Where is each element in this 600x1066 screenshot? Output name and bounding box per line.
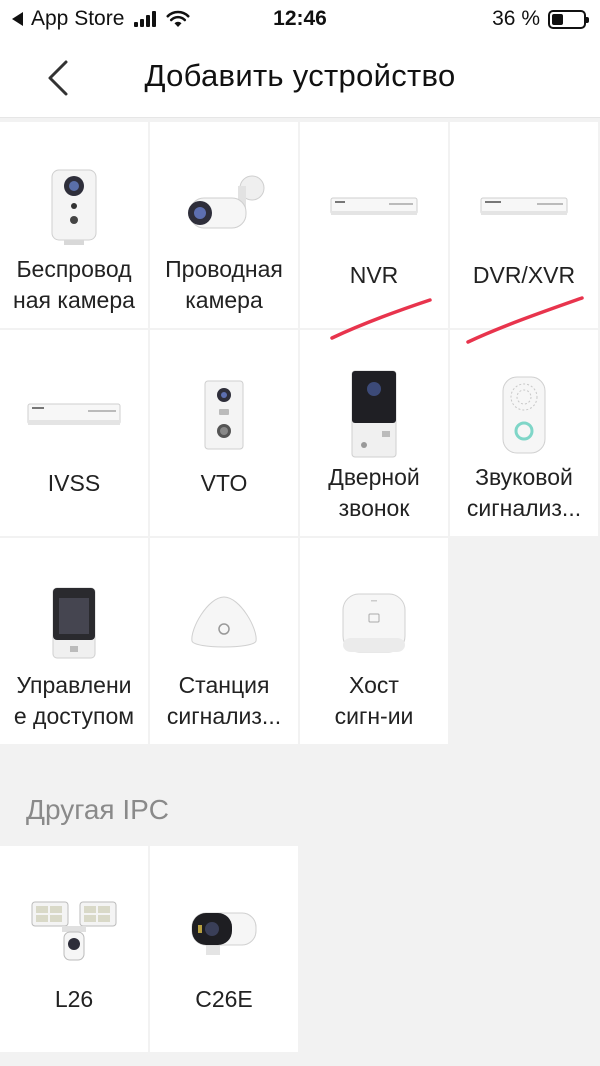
nav-bar: Добавить устройство bbox=[0, 40, 600, 118]
dvr-recorder-icon bbox=[450, 162, 598, 252]
vto-intercom-icon bbox=[150, 370, 298, 460]
device-label: NVR bbox=[349, 262, 399, 288]
bullet-camera-icon bbox=[150, 162, 298, 252]
page-title: Добавить устройство bbox=[144, 58, 456, 93]
floodlight-camera-icon bbox=[0, 886, 148, 976]
status-bar: App Store 12:46 36 % bbox=[0, 0, 600, 40]
access-control-icon bbox=[0, 578, 148, 668]
device-label: C26E bbox=[195, 986, 253, 1012]
device-label: Звуковой сигнализ... bbox=[466, 464, 582, 521]
ivss-recorder-icon bbox=[0, 370, 148, 460]
other-ipc-grid: L26 C26E bbox=[0, 846, 600, 1052]
device-label: Беспровод ная камера bbox=[13, 256, 135, 313]
device-tile-wired-camera[interactable]: Проводная камера bbox=[150, 122, 298, 328]
device-tile-doorbell[interactable]: Дверной звонок bbox=[300, 330, 448, 536]
device-label: Хост сигн-ии bbox=[334, 672, 414, 729]
device-tile-l26[interactable]: L26 bbox=[0, 846, 148, 1052]
battery-icon bbox=[548, 9, 589, 29]
device-tile-ivss[interactable]: IVSS bbox=[0, 330, 148, 536]
alarm-hub-icon bbox=[300, 578, 448, 668]
device-tile-alarm-hub[interactable]: Хост сигн-ии bbox=[300, 538, 448, 744]
device-tile-c26e[interactable]: C26E bbox=[150, 846, 298, 1052]
device-tile-access-control[interactable]: Управлени е доступом bbox=[0, 538, 148, 744]
device-tile-siren[interactable]: Звуковой сигнализ... bbox=[450, 330, 598, 536]
battery-status: 36 % bbox=[492, 7, 589, 31]
nvr-recorder-icon bbox=[300, 162, 448, 252]
device-tile-alarm-station[interactable]: Станция сигнализ... bbox=[150, 538, 298, 744]
alarm-station-icon bbox=[150, 578, 298, 668]
device-label: L26 bbox=[54, 986, 94, 1012]
device-tile-dvr-xvr[interactable]: DVR/XVR bbox=[450, 122, 598, 328]
device-label: Проводная камера bbox=[165, 256, 283, 313]
device-label: IVSS bbox=[47, 470, 101, 496]
device-grid: Беспровод ная камера Проводная камера NV… bbox=[0, 122, 600, 744]
device-label: Управлени е доступом bbox=[13, 672, 135, 729]
device-label: DVR/XVR bbox=[472, 262, 576, 288]
device-tile-vto[interactable]: VTO bbox=[150, 330, 298, 536]
siren-icon bbox=[450, 370, 598, 460]
doorbell-icon bbox=[300, 370, 448, 460]
device-tile-wireless-camera[interactable]: Беспровод ная камера bbox=[0, 122, 148, 328]
c26e-camera-icon bbox=[150, 886, 298, 976]
device-label: Станция сигнализ... bbox=[166, 672, 282, 729]
device-label: VTO bbox=[200, 470, 248, 496]
wireless-camera-icon bbox=[0, 162, 148, 252]
device-tile-nvr[interactable]: NVR bbox=[300, 122, 448, 328]
empty-grid-cell bbox=[450, 538, 598, 744]
device-label: Дверной звонок bbox=[328, 464, 420, 521]
section-title-other-ipc: Другая IPC bbox=[26, 794, 170, 825]
battery-percent: 36 % bbox=[492, 7, 540, 30]
